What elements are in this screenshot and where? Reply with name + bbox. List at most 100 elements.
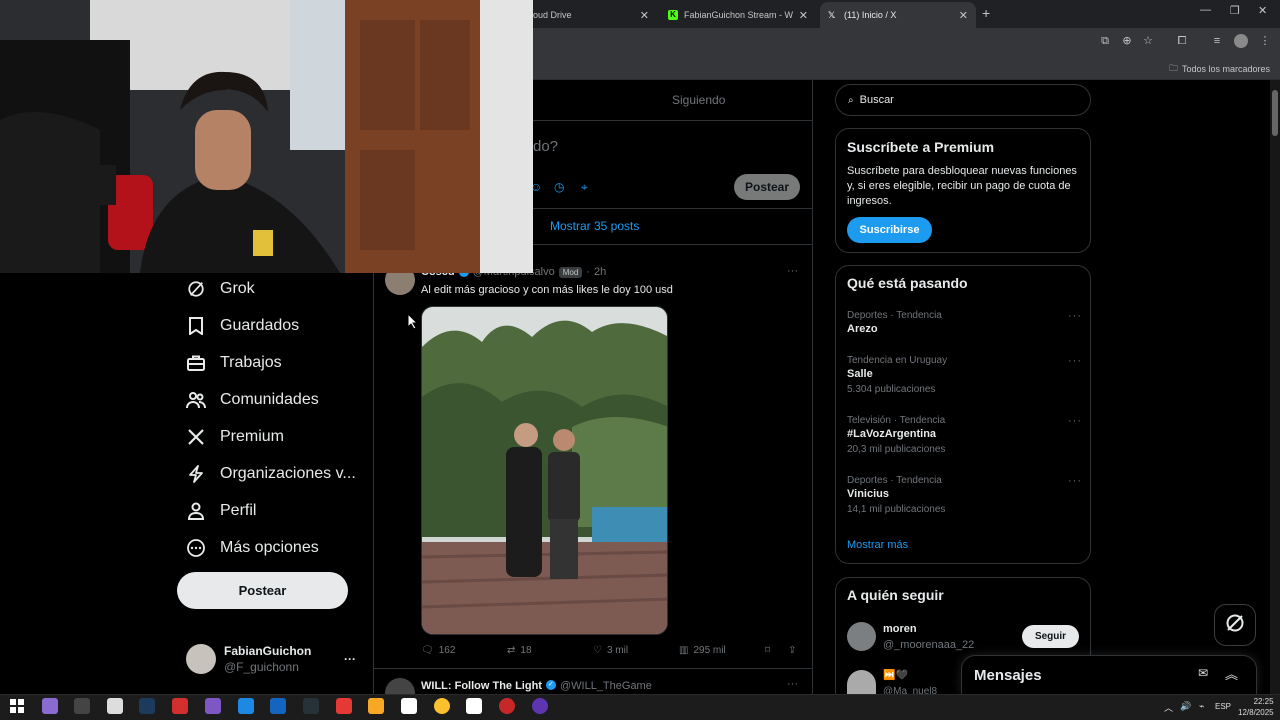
search-box[interactable]: ⌕ Buscar — [835, 84, 1091, 116]
schedule-icon[interactable]: ◷ — [554, 180, 564, 194]
tab-following[interactable]: Siguiendo — [672, 93, 725, 107]
nav-item-perfil[interactable]: Perfil — [186, 501, 256, 521]
trend-category: Deportes · Tendencia — [847, 310, 942, 321]
network-icon[interactable]: ⌁ — [1199, 701, 1204, 712]
nav-item-premium[interactable]: Premium — [186, 427, 284, 447]
next-tweet-handle[interactable]: @WILL_TheGame — [560, 680, 652, 692]
scrollbar-thumb[interactable] — [1272, 90, 1278, 136]
nav-label: Más opciones — [220, 539, 319, 556]
nav-item-trabajos[interactable]: Trabajos — [186, 353, 282, 373]
trend-more-icon[interactable]: ··· — [1068, 415, 1082, 427]
nav-item-comunidades[interactable]: Comunidades — [186, 390, 319, 410]
subscribe-button[interactable]: Suscribirse — [847, 217, 932, 243]
zoom-icon[interactable]: ⊕ — [1120, 34, 1134, 48]
nav-label: Perfil — [220, 502, 257, 519]
show-more-posts[interactable]: Mostrar 35 posts — [550, 219, 639, 233]
trend-item[interactable]: Tendencia en Uruguay Salle 5.304 publica… — [847, 355, 1082, 395]
app-icon[interactable] — [336, 698, 352, 714]
restore-icon[interactable]: ❐ — [1230, 4, 1240, 17]
nav-item-guardados[interactable]: Guardados — [186, 316, 299, 336]
new-message-icon[interactable]: ✉ — [1198, 666, 1208, 680]
trend-item[interactable]: Deportes · Tendencia Vinicius 14,1 mil p… — [847, 475, 1082, 515]
like-button[interactable]: ♡ 3 mil — [593, 645, 628, 656]
app-icon[interactable] — [42, 698, 58, 714]
windows-start-icon[interactable] — [10, 699, 24, 713]
app-icon[interactable] — [303, 698, 319, 714]
next-tweet-author[interactable]: WILL: Follow The Light — [421, 680, 542, 692]
all-bookmarks[interactable]: 🗀 Todos los marcadores — [1169, 61, 1270, 77]
tab-kick-stream[interactable]: K FabianGuichon Stream - Watch ✕ — [660, 2, 816, 28]
close-icon[interactable]: ✕ — [640, 9, 649, 22]
tray-chevron-icon[interactable]: ︿ — [1164, 701, 1173, 714]
app-icon[interactable] — [205, 698, 221, 714]
chrome-icon[interactable] — [434, 698, 450, 714]
profile-avatar-icon[interactable] — [1234, 34, 1248, 48]
compose-placeholder[interactable]: do? — [533, 138, 558, 155]
expand-icon[interactable]: ︽ — [1225, 664, 1238, 683]
minimize-icon[interactable]: — — [1200, 4, 1211, 16]
retweet-button[interactable]: ⇄ 18 — [507, 645, 532, 656]
close-window-icon[interactable]: ✕ — [1258, 4, 1267, 17]
profile-more-icon[interactable]: ··· — [344, 652, 356, 666]
media-icon[interactable]: ≡ — [1210, 34, 1224, 48]
trend-more-icon[interactable]: ··· — [1068, 475, 1082, 487]
follow-button[interactable]: Seguir — [1022, 625, 1079, 648]
obs-icon[interactable] — [532, 698, 548, 714]
app-icon[interactable] — [499, 698, 515, 714]
capcut-icon[interactable] — [466, 698, 482, 714]
follow-name[interactable]: moren — [883, 623, 917, 635]
trend-more-icon[interactable]: ··· — [1068, 310, 1082, 322]
new-tab-button[interactable]: + — [982, 5, 990, 21]
extensions-icon[interactable]: ⧠ — [1175, 34, 1189, 48]
tweet-time[interactable]: 2h — [594, 266, 606, 278]
reply-button[interactable]: 🗨 162 — [421, 645, 455, 656]
close-icon[interactable]: ✕ — [799, 9, 808, 22]
bookmark-icon[interactable]: ⌑ — [765, 645, 770, 656]
tweet-image[interactable] — [421, 306, 668, 635]
trend-more-icon[interactable]: ··· — [1068, 355, 1082, 367]
next-tweet-more-icon[interactable]: ··· — [787, 678, 798, 690]
heart-icon: ♡ — [593, 645, 602, 656]
search-input[interactable]: Buscar — [860, 94, 894, 106]
steam-icon[interactable] — [139, 698, 155, 714]
tab-x-home[interactable]: 𝕏 (11) Inicio / X ✕ — [820, 2, 976, 28]
language-indicator[interactable]: ESP — [1215, 702, 1231, 711]
follow-avatar[interactable] — [847, 670, 876, 694]
star-icon[interactable]: ☆ — [1141, 34, 1155, 48]
nav-item-grok[interactable]: Grok — [186, 279, 255, 299]
trend-category: Televisión · Tendencia — [847, 415, 946, 426]
follow-avatar[interactable] — [847, 622, 876, 651]
messages-drawer[interactable]: Mensajes ✉ ︽ — [961, 655, 1257, 694]
views-button[interactable]: ▥ 295 mil — [679, 645, 726, 656]
clock[interactable]: 22:25 12/8/2025 — [1238, 696, 1274, 718]
profile-switcher[interactable]: FabianGuichon @F_guichonn — [186, 644, 311, 674]
capcut-icon[interactable] — [401, 698, 417, 714]
trend-name: Salle — [847, 368, 873, 380]
install-app-icon[interactable]: ⧉ — [1098, 34, 1112, 48]
show-more-trends[interactable]: Mostrar más — [847, 539, 908, 551]
follow-name[interactable]: ⏭️🖤 — [883, 670, 908, 681]
app-icon[interactable] — [270, 698, 286, 714]
location-icon[interactable]: ⌖ — [581, 180, 588, 195]
compose-post-button[interactable]: Postear — [734, 174, 800, 200]
tab-cloud-drive[interactable]: oud Drive ✕ — [525, 2, 657, 28]
clock-date: 12/8/2025 — [1238, 708, 1274, 717]
share-icon[interactable]: ⇪ — [788, 645, 796, 656]
post-button[interactable]: Postear — [177, 572, 348, 609]
tweet-more-icon[interactable]: ··· — [787, 265, 798, 277]
menu-icon[interactable]: ⋮ — [1258, 34, 1272, 48]
nav-item-organizaciones[interactable]: Organizaciones v... — [186, 464, 356, 484]
close-icon[interactable]: ✕ — [959, 9, 968, 22]
trend-item[interactable]: Televisión · Tendencia #LaVozArgentina 2… — [847, 415, 1082, 455]
nav-item-mas-opciones[interactable]: Más opciones — [186, 538, 319, 558]
follow-handle: @Ma_nuel8 — [883, 686, 938, 694]
app-icon[interactable] — [74, 698, 90, 714]
trend-item[interactable]: Deportes · Tendencia Arezo ··· — [847, 310, 1082, 335]
grok-floating-button[interactable] — [1214, 604, 1256, 646]
file-icon[interactable] — [107, 698, 123, 714]
app-icon[interactable] — [238, 698, 254, 714]
app-icon[interactable] — [172, 698, 188, 714]
speaker-icon[interactable]: 🔊 — [1180, 701, 1191, 712]
page-scrollbar[interactable] — [1270, 80, 1280, 694]
folder-icon[interactable] — [368, 698, 384, 714]
